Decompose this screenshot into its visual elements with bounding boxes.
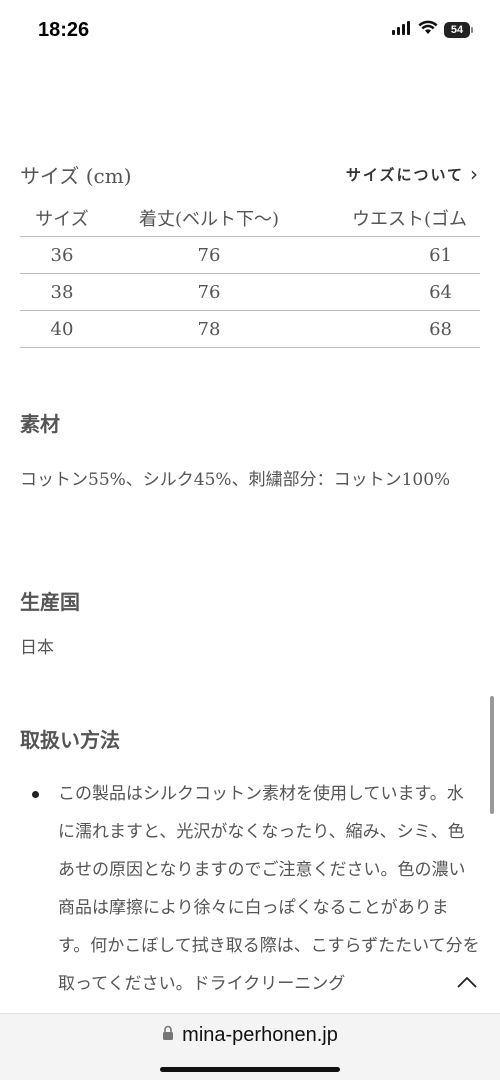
battery-level: 54 [450,23,464,36]
care-title: 取扱い方法 [20,728,120,752]
table-cell: 76 [104,273,314,311]
material-section: 素材 コットン55%、シルク45%、刺繍部分：コットン100% [20,408,480,499]
signal-icon [392,20,412,39]
size-section: サイズ (cm) サイズについて › サイズ 着丈(ベルト下〜) ウエスト(ゴム… [20,150,480,348]
material-title: 素材 [20,412,60,436]
table-row: 40 78 68 [20,310,480,348]
size-guide-link[interactable]: サイズについて › [346,162,480,186]
origin-title: 生産国 [20,590,80,614]
list-item: この製品はシルクコットン素材を使用しています。水に濡れますと、光沢がなくなったり… [20,775,480,1003]
table-cell: 78 [104,310,314,348]
status-icons: 54 [392,20,473,39]
care-section: 取扱い方法 この製品はシルクコットン素材を使用しています。水に濡れますと、光沢が… [20,724,480,1003]
column-header-size: サイズ [20,200,104,237]
origin-section: 生産国 日本 [20,586,480,667]
table-cell: 61 [314,236,480,274]
browser-address-bar[interactable]: mina-perhonen.jp [0,1013,500,1080]
address-display[interactable]: mina-perhonen.jp [0,1024,500,1047]
wifi-icon [418,20,438,39]
table-cell: 64 [314,273,480,311]
size-header: サイズ (cm) サイズについて › [20,150,480,198]
size-table: サイズ 着丈(ベルト下〜) ウエスト(ゴム 36 76 61 38 76 64 … [20,200,480,348]
size-title: サイズ (cm) [20,163,132,188]
column-header-length: 着丈(ベルト下〜) [104,200,314,237]
home-indicator [160,1067,340,1072]
chevron-right-icon: › [470,162,480,186]
column-header-waist: ウエスト(ゴム [314,200,480,237]
table-cell: 76 [104,236,314,274]
scrollbar[interactable] [490,696,494,814]
material-text: コットン55%、シルク45%、刺繍部分：コットン100% [20,470,451,490]
table-cell: 68 [314,310,480,348]
status-time: 18:26 [38,19,90,41]
care-list: この製品はシルクコットン素材を使用しています。水に濡れますと、光沢がなくなったり… [20,775,480,1003]
status-bar: 18:26 54 [0,0,500,62]
table-cell: 36 [20,236,104,274]
chevron-up-icon [456,974,478,993]
table-row: 38 76 64 [20,273,480,311]
origin-text: 日本 [20,638,54,658]
size-table-header-row: サイズ 着丈(ベルト下〜) ウエスト(ゴム [20,200,480,237]
size-guide-link-label: サイズについて [345,165,464,184]
url-text: mina-perhonen.jp [182,1024,338,1046]
table-row: 36 76 61 [20,236,480,274]
scroll-to-top-button[interactable] [452,968,482,998]
table-cell: 38 [20,273,104,311]
battery-icon: 54 [444,21,473,38]
table-cell: 40 [20,310,104,348]
lock-icon [162,1024,174,1047]
